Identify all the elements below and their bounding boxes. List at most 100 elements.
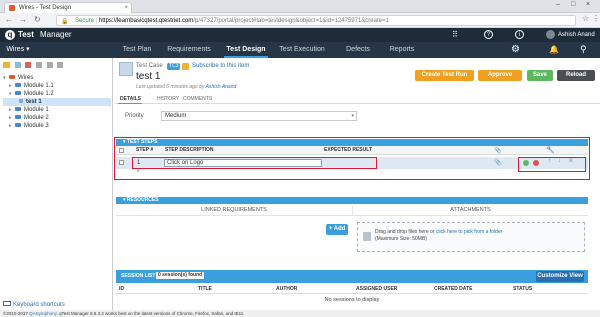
session-list-header: SESSION LIST 0 session(s) found Customiz… [116, 270, 588, 283]
step-number: 1 [137, 160, 141, 166]
settings-gear-icon[interactable]: ⚙ [511, 44, 520, 55]
help-icon[interactable]: ? [484, 30, 493, 39]
keyboard-shortcuts-link[interactable]: Keyboard shortcuts [3, 301, 65, 308]
last-updated-text: Last updated 6 minutes ago by Ashish Ana… [136, 84, 237, 90]
tab-requirements[interactable]: Requirements [165, 45, 213, 55]
expected-result-input[interactable] [324, 159, 489, 167]
upload-icon [363, 232, 371, 241]
info-icon[interactable]: i [515, 30, 524, 39]
apps-grid-icon[interactable]: ⠿ [452, 30, 458, 39]
tree-item-test-1[interactable]: test 1 [3, 98, 111, 106]
tree-item-module-2[interactable]: ▸ Module 2 [3, 114, 111, 122]
row-checkbox[interactable] [119, 160, 124, 165]
footer-note: . qTest Manager 8.5.3.2 works best on th… [56, 311, 245, 316]
browser-tab-title: Wires - Test Design [19, 5, 71, 11]
reload-page-icon[interactable]: ↻ [34, 15, 41, 24]
test-steps-header[interactable]: ▾ TEST STEPS [116, 139, 588, 146]
details-tab-underline [118, 103, 142, 104]
move-down-icon[interactable]: ↓ [558, 158, 561, 164]
select-all-checkbox[interactable] [119, 148, 124, 153]
add-step-icon[interactable] [523, 160, 529, 166]
tree-item-wires[interactable]: ▾ Wires [3, 74, 111, 82]
forward-icon[interactable]: → [19, 15, 27, 24]
tab-details[interactable]: DETAILS [120, 96, 141, 102]
pick-from-folder-link[interactable]: click here to pick from a folder [436, 229, 502, 235]
test-steps-table: 1 Click on Logo 📎 ↑ ↓ ≡ * [116, 155, 588, 177]
back-icon[interactable]: ← [5, 15, 13, 24]
test-case-id-badge: TC3 [167, 63, 181, 70]
step-description-input[interactable]: Click on Logo [164, 159, 322, 167]
new-test-case-icon[interactable] [14, 62, 21, 68]
col-expected-result: EXPECTED RESULT [324, 147, 372, 153]
browser-tab[interactable]: Wires - Test Design × [4, 2, 132, 13]
qasymphony-link[interactable]: QASymphony [29, 311, 56, 316]
url-field[interactable]: 🔒 Secure | https://learnbasicqtest.qtest… [56, 15, 576, 26]
url-domain: https://learnbasicqtest.qtestnet.com [98, 18, 194, 24]
col-created-date[interactable]: CREATED DATE [434, 285, 472, 293]
test-steps-column-header: STEP # STEP DESCRIPTION EXPECTED RESULT … [116, 146, 588, 155]
col-status[interactable]: STATUS [513, 285, 532, 293]
chevron-down-icon: ▾ [351, 113, 354, 119]
lock-icon: 🔒 [61, 19, 69, 25]
linked-requirements-header: LINKED REQUIREMENTS [116, 206, 352, 216]
attachments-header: ATTACHMENTS [352, 206, 588, 216]
tree-item-module-3[interactable]: ▸ Module 3 [3, 122, 111, 130]
tab-test-design[interactable]: Test Design [224, 45, 268, 55]
module-tree: ▾ Wires ▸ Module 1.1 ▾ Module 1.2 test 1 ▸ M… [3, 74, 111, 130]
delete-step-icon[interactable] [533, 160, 539, 166]
new-module-icon[interactable] [3, 62, 10, 68]
test-case-label: Test Case [136, 63, 163, 69]
address-bar-row: ← → ↻ 🔒 Secure | https://learnbasicqtest… [0, 13, 600, 28]
subscribe-link[interactable]: Subscribe to this item [192, 63, 249, 69]
rss-icon[interactable] [182, 63, 189, 70]
delete-icon[interactable] [25, 62, 32, 68]
tree-item-module-1[interactable]: ▸ Module 1 [3, 106, 111, 114]
search-icon[interactable]: ⚲ [580, 44, 587, 55]
close-tab-icon[interactable]: × [124, 3, 128, 13]
expand-icon[interactable] [46, 62, 53, 68]
priority-select[interactable]: Medium ▾ [161, 111, 357, 121]
tab-comments[interactable]: COMMENTS [183, 96, 212, 102]
project-selector[interactable]: Wires ▾ [6, 45, 30, 55]
collapse-icon[interactable] [57, 62, 64, 68]
add-requirement-button[interactable]: + Add [326, 224, 348, 235]
avatar[interactable] [546, 30, 555, 39]
session-list-label: SESSION LIST [121, 273, 156, 279]
close-window-button[interactable]: × [586, 1, 590, 8]
footer-copyright: ©2010-2017 [3, 311, 28, 316]
tree-item-module-1-2[interactable]: ▾ Module 1.2 [3, 90, 111, 98]
session-count-badge: 0 session(s) found [156, 272, 205, 279]
last-updated-by[interactable]: Ashish Anand [206, 84, 237, 90]
col-assigned-user[interactable]: ASSIGNED USER [356, 285, 397, 293]
tab-test-plan[interactable]: Test Plan [117, 45, 157, 55]
maximize-window-button[interactable]: □ [571, 1, 575, 8]
move-up-icon[interactable]: ↑ [548, 158, 551, 164]
col-author[interactable]: AUTHOR [276, 285, 297, 293]
filter-icon[interactable] [36, 62, 43, 68]
new-step-row-marker: * [137, 170, 140, 176]
col-title[interactable]: TITLE [198, 285, 212, 293]
tab-defects[interactable]: Defects [343, 45, 373, 55]
tab-test-execution[interactable]: Test Execution [275, 45, 329, 55]
tab-reports[interactable]: Reports [386, 45, 418, 55]
attachment-drop-zone[interactable]: Drag and drop files here or click here t… [357, 222, 585, 252]
qtest-logo-icon: q [5, 30, 15, 40]
resources-header[interactable]: ▾ RESOURCES [116, 197, 588, 204]
tree-item-module-1-1[interactable]: ▸ Module 1.1 [3, 82, 111, 90]
priority-label: Priority [125, 113, 144, 119]
browser-menu-icon[interactable]: ⋮ [592, 14, 600, 23]
row-attachment-icon[interactable]: 📎 [494, 159, 501, 166]
approve-button[interactable]: Approve [478, 70, 522, 81]
test-case-name[interactable]: test 1 [136, 71, 160, 82]
step-menu-icon[interactable]: ≡ [569, 158, 573, 164]
col-id[interactable]: ID [119, 285, 124, 293]
customize-view-button[interactable]: Customize View [536, 271, 584, 282]
notification-bell-icon[interactable]: 🔔 [549, 45, 559, 54]
tab-history[interactable]: HISTORY [157, 96, 179, 102]
reload-button[interactable]: Reload [557, 70, 595, 81]
user-name[interactable]: Ashish Anand [558, 31, 595, 39]
star-icon[interactable]: ☆ [582, 14, 589, 23]
create-test-run-button[interactable]: Create Test Run [415, 70, 474, 81]
save-button[interactable]: Save [527, 70, 553, 81]
minimize-window-button[interactable]: – [556, 1, 560, 8]
